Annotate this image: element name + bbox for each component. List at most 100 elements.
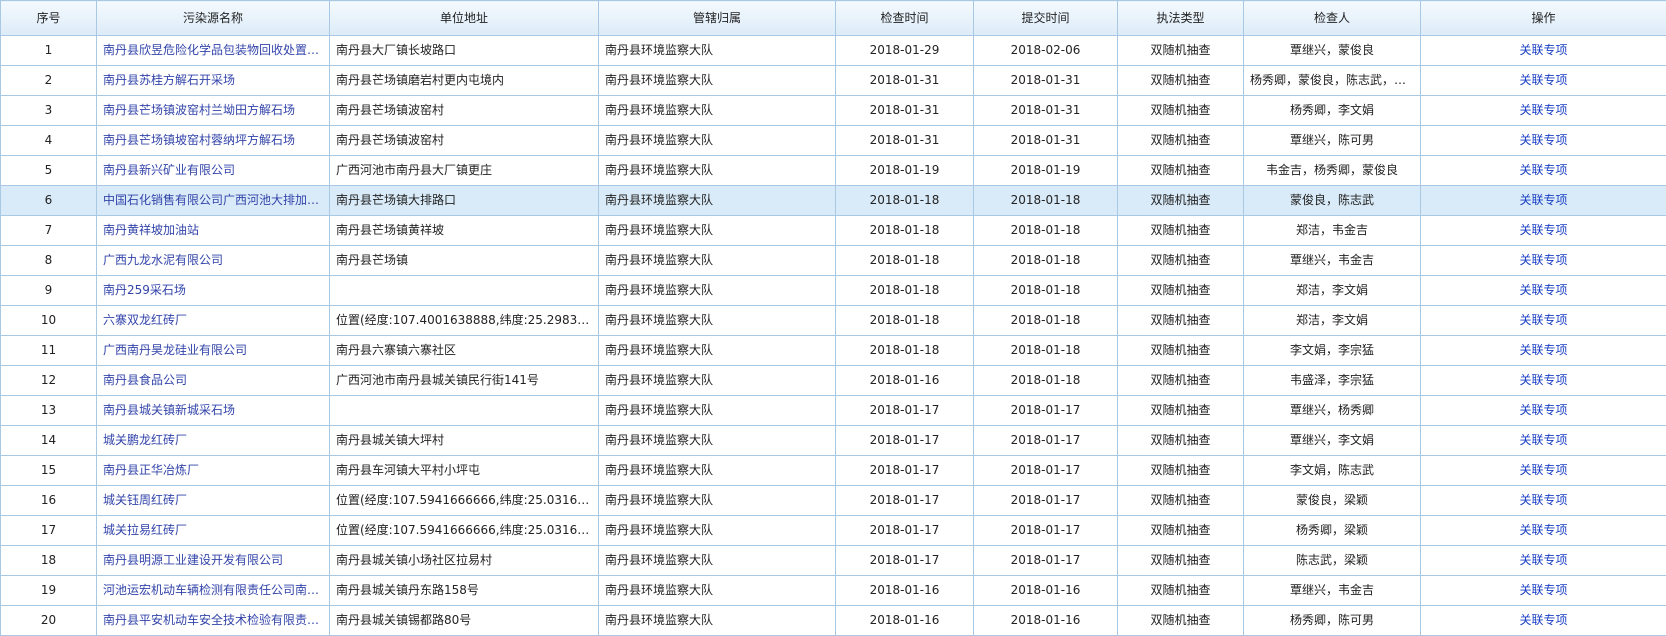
cell-inspector: 郑洁，李文娟: [1243, 275, 1421, 306]
table-row[interactable]: 17 城关拉易红砖厂 位置(经度:107.5941666666,纬度:25.0316…: [0, 515, 1666, 546]
cell-inspector: 陈志武，梁颖: [1243, 545, 1421, 576]
cell-inspector: 郑洁，李文娟: [1243, 305, 1421, 336]
link-related-project-link[interactable]: 关联专项: [1519, 463, 1567, 477]
table-row[interactable]: 13 南丹县城关镇新城采石场 南丹县环境监察大队 2018-01-17 2018-01-…: [0, 395, 1666, 426]
link-related-project-link[interactable]: 关联专项: [1519, 103, 1567, 117]
source-name-link[interactable]: 南丹县欣昱危险化学品包装物回收处置有限公司: [103, 43, 329, 57]
source-name-link[interactable]: 南丹县明源工业建设开发有限公司: [103, 553, 283, 567]
cell-jurisdiction: 南丹县环境监察大队: [598, 575, 836, 606]
table-row[interactable]: 19 河池运宏机动车辆检测有限责任公司南丹分公司南丹县城关镇丹东路158号南丹县环…: [0, 575, 1666, 606]
source-name-link[interactable]: 南丹县新兴矿业有限公司: [103, 163, 235, 177]
table-row[interactable]: 14 城关鹏龙红砖厂 南丹县城关镇大坪村 南丹县环境监察大队 2018-01-17 201…: [0, 425, 1666, 456]
cell-enforcement-type: 双随机抽查: [1117, 335, 1244, 366]
link-related-project-link[interactable]: 关联专项: [1519, 403, 1567, 417]
link-related-project-link[interactable]: 关联专项: [1519, 313, 1567, 327]
link-related-project-link[interactable]: 关联专项: [1519, 553, 1567, 567]
table-row[interactable]: 8 广西九龙水泥有限公司 南丹县芒场镇 南丹县环境监察大队 2018-01-18 2018…: [0, 245, 1666, 276]
cell-check-date: 2018-01-17: [835, 485, 974, 516]
header-jurisdiction[interactable]: 管辖归属: [598, 0, 836, 36]
link-related-project-link[interactable]: 关联专项: [1519, 253, 1567, 267]
table-row[interactable]: 5 南丹县新兴矿业有限公司 广西河池市南丹县大厂镇更庄 南丹县环境监察大队 2018-0…: [0, 155, 1666, 186]
link-related-project-link[interactable]: 关联专项: [1519, 73, 1567, 87]
header-inspector[interactable]: 检查人: [1243, 0, 1421, 36]
source-name-link[interactable]: 中国石化销售有限公司广西河池大排加油站: [103, 193, 329, 207]
source-name-link[interactable]: 南丹县食品公司: [103, 373, 187, 387]
header-enforcement-type[interactable]: 执法类型: [1117, 0, 1244, 36]
cell-check-date: 2018-01-18: [835, 335, 974, 366]
cell-no: 17: [0, 515, 97, 546]
link-related-project-link[interactable]: 关联专项: [1519, 523, 1567, 537]
source-name-link[interactable]: 广西九龙水泥有限公司: [103, 253, 223, 267]
header-no[interactable]: 序号: [0, 0, 97, 36]
cell-jurisdiction: 南丹县环境监察大队: [598, 485, 836, 516]
link-related-project-link[interactable]: 关联专项: [1519, 163, 1567, 177]
table-row[interactable]: 2 南丹县苏桂方解石开采场 南丹县芒场镇磨岩村更内屯境内 南丹县环境监察大队 2018-…: [0, 65, 1666, 96]
cell-check-date: 2018-01-18: [835, 215, 974, 246]
source-name-link[interactable]: 南丹县苏桂方解石开采场: [103, 73, 235, 87]
link-related-project-link[interactable]: 关联专项: [1519, 433, 1567, 447]
link-related-project-link[interactable]: 关联专项: [1519, 283, 1567, 297]
link-related-project-link[interactable]: 关联专项: [1519, 43, 1567, 57]
table-row[interactable]: 7 南丹黄祥坡加油站 南丹县芒场镇黄祥坡 南丹县环境监察大队 2018-01-18 201…: [0, 215, 1666, 246]
source-name-link[interactable]: 南丹黄祥坡加油站: [103, 223, 199, 237]
cell-no: 19: [0, 575, 97, 606]
inspection-records-table: 序号 污染源名称 单位地址 管辖归属 检查时间 提交时间 执法类型 检查人 操作…: [0, 0, 1666, 636]
source-name-link[interactable]: 南丹县芒场镇波窑村兰坳田方解石场: [103, 103, 295, 117]
link-related-project-link[interactable]: 关联专项: [1519, 613, 1567, 627]
header-unit-address[interactable]: 单位地址: [329, 0, 599, 36]
cell-inspector: 杨秀卿，李文娟: [1243, 95, 1421, 126]
table-row[interactable]: 15 南丹县正华冶炼厂 南丹县车河镇大平村小坪屯 南丹县环境监察大队 2018-01-1…: [0, 455, 1666, 486]
source-name-link[interactable]: 广西南丹昊龙硅业有限公司: [103, 343, 247, 357]
source-name-link[interactable]: 城关钰周红砖厂: [103, 493, 187, 507]
source-name-link[interactable]: 河池运宏机动车辆检测有限责任公司南丹分公司: [103, 583, 329, 597]
cell-no: 15: [0, 455, 97, 486]
source-name-link[interactable]: 城关鹏龙红砖厂: [103, 433, 187, 447]
header-pollution-source-name[interactable]: 污染源名称: [96, 0, 330, 36]
table-row[interactable]: 3 南丹县芒场镇波窑村兰坳田方解石场 南丹县芒场镇波窑村 南丹县环境监察大队 2018-…: [0, 95, 1666, 126]
link-related-project-link[interactable]: 关联专项: [1519, 193, 1567, 207]
source-name-link[interactable]: 六寨双龙红砖厂: [103, 313, 187, 327]
link-related-project-link[interactable]: 关联专项: [1519, 343, 1567, 357]
cell-action: 关联专项: [1420, 515, 1666, 546]
table-row[interactable]: 10 六寨双龙红砖厂 位置(经度:107.4001638888,纬度:25.2983…: [0, 305, 1666, 336]
cell-address: [329, 395, 599, 426]
source-name-link[interactable]: 南丹县平安机动车安全技术检验有限责任公司: [103, 613, 329, 627]
link-related-project-link[interactable]: 关联专项: [1519, 493, 1567, 507]
cell-action: 关联专项: [1420, 575, 1666, 606]
cell-check-date: 2018-01-19: [835, 155, 974, 186]
cell-submit-date: 2018-01-18: [973, 365, 1118, 396]
cell-submit-date: 2018-01-18: [973, 185, 1118, 216]
table-row[interactable]: 11 广西南丹昊龙硅业有限公司 南丹县六寨镇六寨社区 南丹县环境监察大队 2018-01…: [0, 335, 1666, 366]
header-submit-date[interactable]: 提交时间: [973, 0, 1118, 36]
table-row[interactable]: 16 城关钰周红砖厂 位置(经度:107.5941666666,纬度:25.0316…: [0, 485, 1666, 516]
link-related-project-link[interactable]: 关联专项: [1519, 583, 1567, 597]
cell-submit-date: 2018-01-18: [973, 215, 1118, 246]
table-row[interactable]: 20 南丹县平安机动车安全技术检验有限责任公司 南丹县城关镇锡都路80号 南丹县环境监…: [0, 605, 1666, 636]
table-row[interactable]: 18 南丹县明源工业建设开发有限公司 南丹县城关镇小场社区拉易村 南丹县环境监察大队 2…: [0, 545, 1666, 576]
cell-jurisdiction: 南丹县环境监察大队: [598, 545, 836, 576]
table-row[interactable]: 12 南丹县食品公司 广西河池市南丹县城关镇民行街141号 南丹县环境监察大队 2018…: [0, 365, 1666, 396]
cell-jurisdiction: 南丹县环境监察大队: [598, 395, 836, 426]
cell-action: 关联专项: [1420, 455, 1666, 486]
cell-submit-date: 2018-01-18: [973, 335, 1118, 366]
cell-enforcement-type: 双随机抽查: [1117, 155, 1244, 186]
source-name-link[interactable]: 南丹县城关镇新城采石场: [103, 403, 235, 417]
source-name-link[interactable]: 南丹县正华冶炼厂: [103, 463, 199, 477]
cell-action: 关联专项: [1420, 215, 1666, 246]
header-check-date[interactable]: 检查时间: [835, 0, 974, 36]
link-related-project-link[interactable]: 关联专项: [1519, 223, 1567, 237]
table-row[interactable]: 9 南丹259采石场 南丹县环境监察大队 2018-01-18 2018-01-18 双随…: [0, 275, 1666, 306]
link-related-project-link[interactable]: 关联专项: [1519, 133, 1567, 147]
cell-address: 广西河池市南丹县城关镇民行街141号: [329, 365, 599, 396]
link-related-project-link[interactable]: 关联专项: [1519, 373, 1567, 387]
source-name-link[interactable]: 南丹259采石场: [103, 283, 186, 297]
cell-check-date: 2018-01-17: [835, 455, 974, 486]
table-row[interactable]: 1 南丹县欣昱危险化学品包装物回收处置有限公司南丹县大厂镇长坡路口南丹县环境监察大…: [0, 35, 1666, 66]
cell-action: 关联专项: [1420, 275, 1666, 306]
table-row[interactable]: 4 南丹县芒场镇坡窑村蓉纳坪方解石场 南丹县芒场镇波窑村 南丹县环境监察大队 2018-…: [0, 125, 1666, 156]
table-row[interactable]: 6 中国石化销售有限公司广西河池大排加油站 南丹县芒场镇大排路口 南丹县环境监察大队 2…: [0, 185, 1666, 216]
cell-no: 9: [0, 275, 97, 306]
cell-source-name: 南丹县平安机动车安全技术检验有限责任公司: [96, 605, 330, 636]
source-name-link[interactable]: 城关拉易红砖厂: [103, 523, 187, 537]
source-name-link[interactable]: 南丹县芒场镇坡窑村蓉纳坪方解石场: [103, 133, 295, 147]
